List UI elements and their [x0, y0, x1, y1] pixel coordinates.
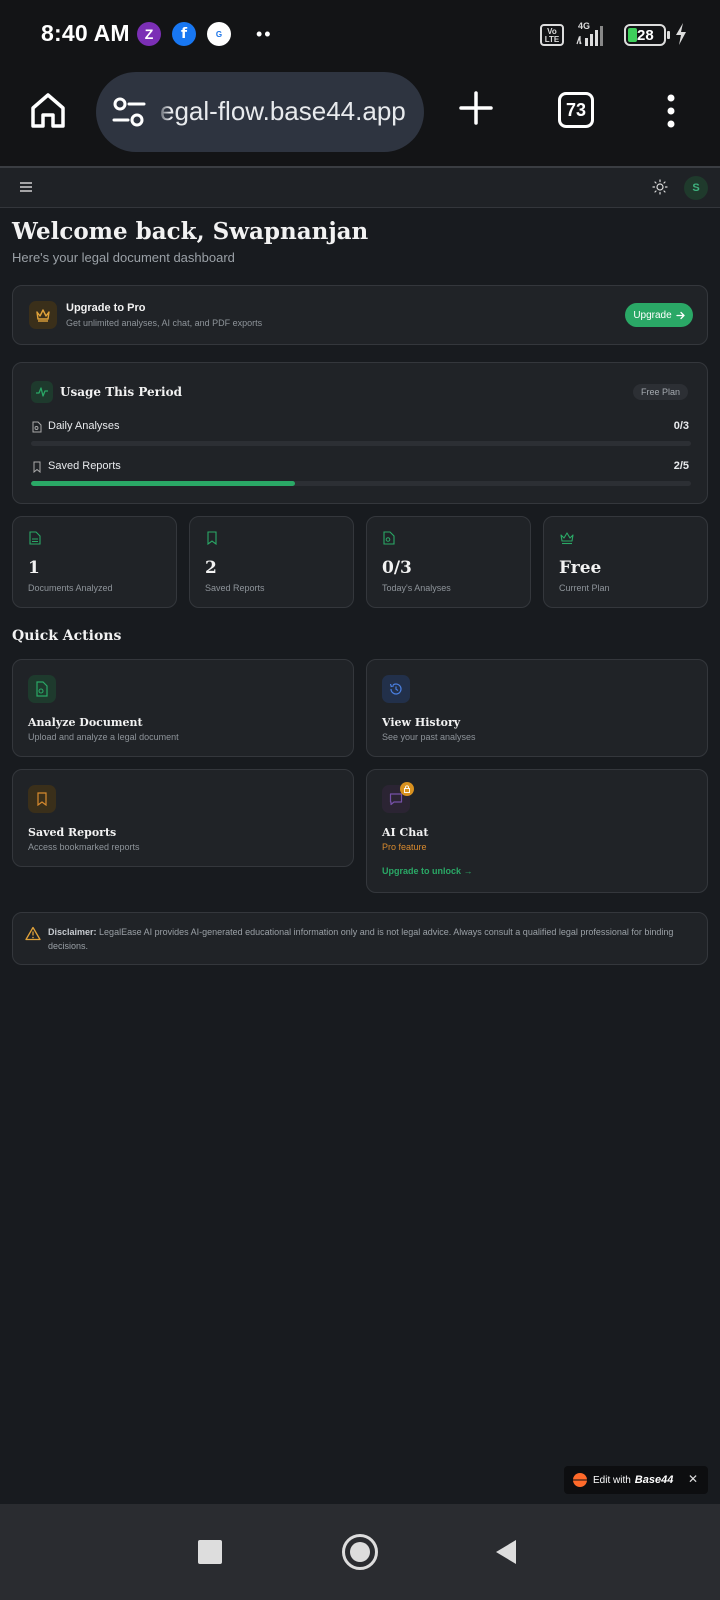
theme-toggle-icon[interactable]	[652, 179, 668, 195]
arrow-right-icon	[676, 311, 685, 319]
menu-icon[interactable]	[20, 182, 32, 192]
more-notifications-icon: ••	[256, 24, 273, 44]
ai-chat-card[interactable]: AI Chat Pro feature Upgrade to unlock →	[366, 769, 708, 893]
browser-toolbar: egal-flow.base44.app 73	[0, 70, 720, 168]
upgrade-button[interactable]: Upgrade	[625, 303, 693, 327]
action-description: Upload and analyze a legal document	[28, 732, 179, 742]
bookmark-icon	[207, 531, 217, 545]
disclaimer-body: LegalEase AI provides AI-generated educa…	[48, 927, 674, 951]
action-description: See your past analyses	[382, 732, 476, 742]
avatar[interactable]: S	[684, 176, 708, 200]
progress-daily-analyses	[31, 441, 691, 446]
upgrade-button-label: Upgrade	[633, 309, 672, 321]
stat-label: Documents Analyzed	[28, 583, 113, 593]
stat-label: Saved Reports	[205, 583, 265, 593]
edit-with-label: Edit with	[593, 1474, 631, 1486]
address-bar[interactable]: egal-flow.base44.app	[96, 72, 424, 152]
stat-value: 2	[205, 558, 217, 578]
volte-icon: Vo LTE	[540, 24, 564, 46]
document-icon	[29, 531, 41, 545]
tab-switcher-button[interactable]: 73	[558, 92, 594, 128]
app-header: S	[0, 168, 720, 208]
file-search-icon	[383, 531, 395, 545]
action-description: Access bookmarked reports	[28, 842, 140, 852]
usage-label-daily-analyses: Daily Analyses	[48, 420, 120, 432]
disclaimer-label: Disclaimer:	[48, 927, 97, 937]
stat-label: Today's Analyses	[382, 583, 451, 593]
edit-with-base44-badge[interactable]: Edit with Base44 ✕	[564, 1466, 708, 1494]
stat-card-current-plan: Free Current Plan	[543, 516, 708, 608]
file-search-icon	[28, 675, 56, 703]
pro-feature-label: Pro feature	[382, 842, 427, 852]
base44-logo-icon	[573, 1473, 587, 1487]
browser-menu-icon[interactable]	[664, 94, 678, 128]
usage-card: Usage This Period Free Plan Daily Analys…	[12, 362, 708, 504]
lock-icon	[400, 782, 414, 796]
signal-icon	[576, 26, 603, 46]
stat-value: Free	[559, 558, 602, 578]
stat-label: Current Plan	[559, 583, 610, 593]
page-subtitle: Here's your legal document dashboard	[12, 250, 235, 265]
bookmark-icon	[28, 785, 56, 813]
page-title: Welcome back, Swapnanjan	[12, 218, 369, 245]
status-bar: 8:40 AM Z f G •• Vo LTE 4G 28	[0, 0, 720, 70]
system-nav-bar	[0, 1504, 720, 1600]
gpay-icon: G	[207, 22, 231, 46]
action-title: View History	[382, 716, 461, 729]
warning-icon	[25, 926, 41, 941]
home-icon[interactable]	[28, 90, 68, 130]
new-tab-icon[interactable]	[458, 90, 494, 126]
upgrade-to-unlock-link[interactable]: Upgrade to unlock →	[382, 866, 473, 876]
action-title: Saved Reports	[28, 826, 117, 839]
site-settings-icon[interactable]	[112, 96, 146, 128]
usage-label-saved-reports: Saved Reports	[48, 460, 121, 472]
progress-saved-reports	[31, 481, 691, 486]
battery-level: 28	[637, 27, 654, 44]
history-icon	[382, 675, 410, 703]
analyze-document-card[interactable]: Analyze Document Upload and analyze a le…	[12, 659, 354, 757]
stat-card-todays-analyses: 0/3 Today's Analyses	[366, 516, 531, 608]
usage-title: Usage This Period	[60, 385, 182, 399]
battery-icon: 28	[624, 24, 666, 46]
crown-icon	[29, 301, 57, 329]
disclaimer-box: Disclaimer: LegalEase AI provides AI-gen…	[12, 912, 708, 965]
crown-icon	[560, 532, 574, 545]
close-icon[interactable]: ✕	[688, 1472, 698, 1486]
view-history-card[interactable]: View History See your past analyses	[366, 659, 708, 757]
zee-app-icon: Z	[137, 22, 161, 46]
back-button[interactable]	[494, 1538, 518, 1566]
plan-badge: Free Plan	[633, 384, 689, 400]
upgrade-title: Upgrade to Pro	[66, 302, 146, 314]
facebook-icon: f	[172, 22, 196, 46]
usage-value-daily-analyses: 0/3	[673, 420, 689, 432]
stat-card-saved-reports: 2 Saved Reports	[189, 516, 354, 608]
file-search-icon	[32, 421, 42, 433]
stat-value: 1	[28, 558, 40, 578]
activity-icon	[31, 381, 53, 403]
action-title: AI Chat	[382, 826, 429, 839]
bookmark-icon	[33, 461, 41, 473]
home-button[interactable]	[342, 1534, 378, 1570]
url-text: egal-flow.base44.app	[160, 96, 406, 126]
stat-value: 0/3	[382, 558, 412, 578]
usage-value-saved-reports: 2/5	[673, 460, 689, 472]
edit-with-brand: Base44	[634, 1474, 674, 1486]
upgrade-description: Get unlimited analyses, AI chat, and PDF…	[66, 318, 263, 328]
status-time: 8:40 AM	[41, 20, 130, 46]
saved-reports-card[interactable]: Saved Reports Access bookmarked reports	[12, 769, 354, 867]
quick-actions-title: Quick Actions	[12, 628, 122, 644]
recents-button[interactable]	[198, 1540, 222, 1564]
charging-icon	[676, 23, 686, 45]
upgrade-banner: Upgrade to Pro Get unlimited analyses, A…	[12, 285, 708, 345]
disclaimer-text: Disclaimer: LegalEase AI provides AI-gen…	[48, 925, 688, 953]
action-title: Analyze Document	[28, 716, 143, 729]
stat-card-documents-analyzed: 1 Documents Analyzed	[12, 516, 177, 608]
